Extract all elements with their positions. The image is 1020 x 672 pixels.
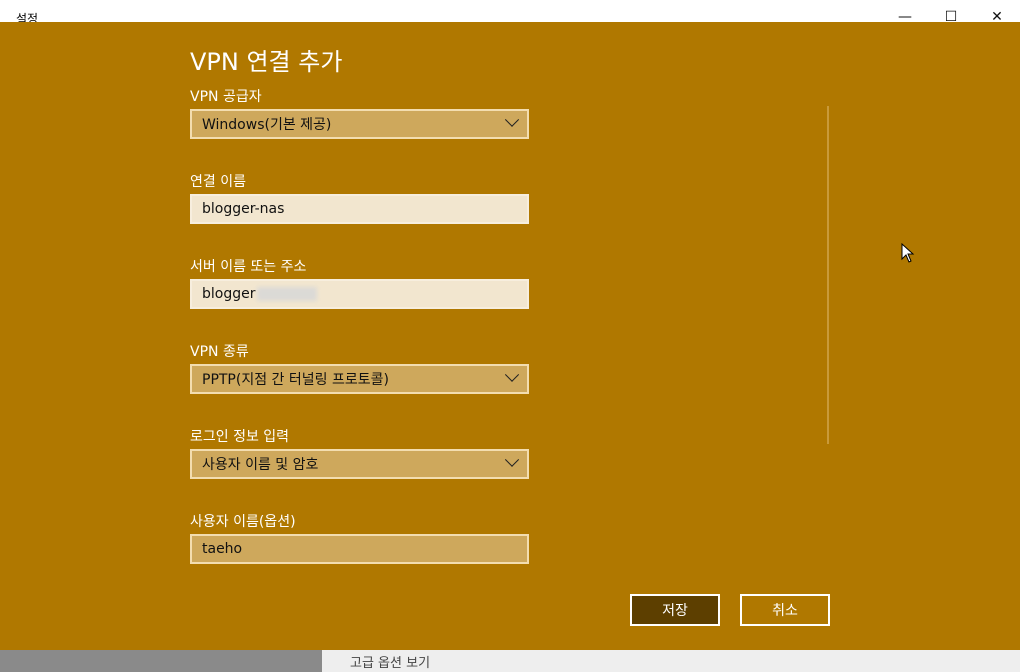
connection-name-input[interactable]: blogger-nas (190, 194, 529, 224)
chevron-down-icon (504, 452, 520, 467)
vpn-provider-label: VPN 공급자 (190, 89, 262, 105)
signin-info-value: 사용자 이름 및 암호 (202, 457, 319, 473)
vpn-provider-select[interactable]: Windows(기본 제공) (190, 109, 529, 139)
connection-name-label: 연결 이름 (190, 174, 246, 190)
advanced-options-link[interactable]: 고급 옵션 보기 (350, 652, 430, 671)
server-address-input[interactable]: blogger (190, 279, 529, 309)
dialog-title: VPN 연결 추가 (190, 48, 343, 76)
chevron-down-icon (504, 112, 520, 127)
vpn-type-value: PPTP(지점 간 터널링 프로토콜) (202, 372, 389, 388)
vpn-type-label: VPN 종류 (190, 344, 249, 360)
server-address-label: 서버 이름 또는 주소 (190, 259, 307, 275)
signin-info-select[interactable]: 사용자 이름 및 암호 (190, 449, 529, 479)
chevron-down-icon (504, 367, 520, 382)
scrollbar[interactable] (827, 106, 829, 444)
redacted-text (257, 287, 318, 301)
vpn-provider-value: Windows(기본 제공) (202, 117, 332, 133)
signin-info-label: 로그인 정보 입력 (190, 429, 290, 445)
server-address-value: blogger (202, 286, 256, 302)
username-input[interactable]: taeho (190, 534, 529, 564)
username-label: 사용자 이름(옵션) (190, 514, 296, 530)
cancel-button[interactable]: 취소 (740, 594, 830, 626)
mouse-cursor-icon (901, 243, 915, 263)
save-button[interactable]: 저장 (630, 594, 720, 626)
vpn-type-select[interactable]: PPTP(지점 간 터널링 프로토콜) (190, 364, 529, 394)
add-vpn-dialog: VPN 연결 추가 VPN 공급자 Windows(기본 제공) 연결 이름 b… (0, 22, 1020, 650)
username-value: taeho (202, 541, 243, 557)
connection-name-value: blogger-nas (202, 201, 285, 217)
